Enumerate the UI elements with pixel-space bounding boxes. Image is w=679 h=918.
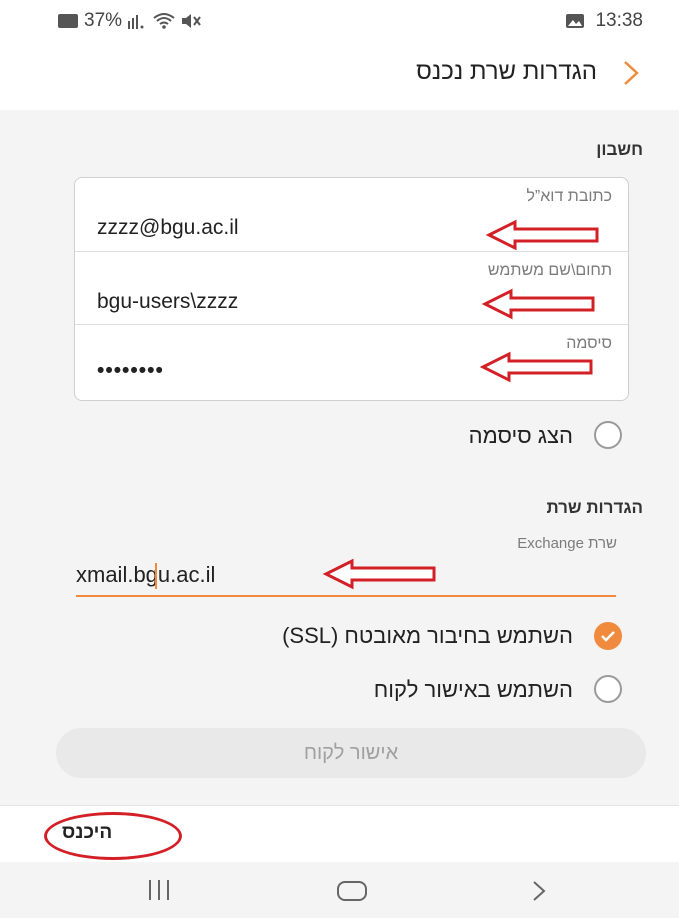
annotation-arrow-email [485,219,599,251]
chevron-left-icon[interactable] [621,58,643,88]
recent-apps-icon[interactable] [144,878,174,902]
client-cert-button-label: אישור לקוח [303,742,399,764]
annotation-arrow-username [481,288,595,320]
password-value[interactable]: •••••••• [97,359,164,383]
username-label: תחום\שם משתמש [487,262,612,279]
nav-back-icon[interactable] [528,878,550,904]
show-password-label: הצג סיסמה [468,423,573,448]
annotation-arrow-server [322,558,436,590]
text-caret [155,563,157,589]
home-icon[interactable] [336,880,368,902]
show-password-radio[interactable] [594,421,622,449]
ssl-label: השתמש בחיבור מאובטח (SSL) [282,623,573,648]
page-title: הגדרות שרת נכנס [416,58,597,85]
wifi-icon [153,13,175,29]
mute-icon [182,14,201,28]
battery-icon [58,14,78,28]
status-right: 13:38 [565,10,643,32]
battery-percent: 37% [84,10,123,31]
check-icon [601,631,615,642]
server-section-label: הגדרות שרת [546,498,643,517]
account-section-label: חשבון [596,140,643,159]
annotation-arrow-password [479,351,593,383]
status-time: 13:38 [595,10,643,31]
email-label: כתובת דוא”ל [526,188,612,205]
signal-icon [128,15,144,29]
client-cert-button[interactable]: אישור לקוח [56,728,646,778]
client-cert-radio[interactable] [594,675,622,703]
client-cert-label: השתמש באישור לקוח [373,677,573,702]
annotation-circle-login [44,812,182,860]
server-input[interactable]: xmail.bgu.ac.il [76,562,215,588]
status-left: 37% [58,10,202,32]
username-value[interactable]: bgu-users\zzzz [97,290,238,314]
ssl-checkbox[interactable] [594,622,622,650]
email-value[interactable]: zzzz@bgu.ac.il [97,216,239,240]
server-label: שרת Exchange [517,535,617,552]
server-input-underline [76,595,616,597]
gallery-icon [566,14,585,28]
